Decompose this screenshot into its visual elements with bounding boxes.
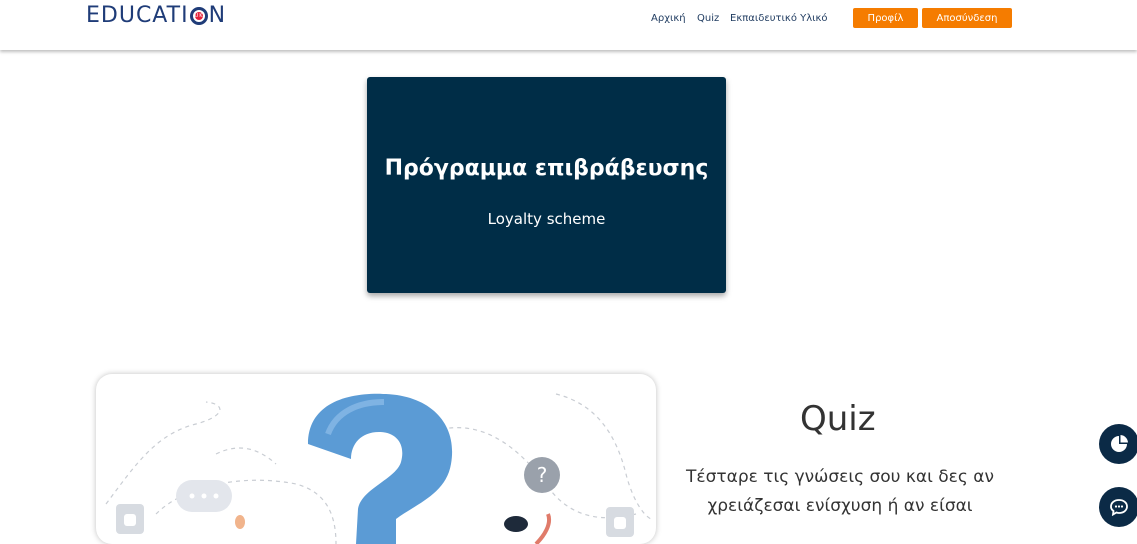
quiz-section-description: Τέσταρε τις γνώσεις σου και δες αν χρειά…: [670, 463, 1010, 521]
quiz-description-line-2: χρειάζεσαι ενίσχυση ή αν είσαι: [707, 496, 973, 516]
chat-float-button[interactable]: [1099, 487, 1137, 527]
loyalty-card-title: Πρόγραμμα επιβράβευσης: [384, 156, 709, 181]
loyalty-card-subtitle: Loyalty scheme: [487, 210, 606, 228]
question-mark-icon: [308, 393, 453, 544]
nav-quiz[interactable]: Quiz: [697, 13, 719, 24]
pie-chart-icon: [1111, 435, 1128, 452]
quiz-section-title: Quiz: [800, 399, 876, 439]
quiz-illustration: ?: [105, 393, 652, 544]
site-header: EDUCATI UK N Αρχική Quiz Εκπαιδευτικό Υλ…: [0, 0, 1137, 50]
svg-text:?: ?: [537, 463, 548, 487]
chat-icon: [1110, 499, 1128, 516]
nav-home[interactable]: Αρχική: [651, 13, 686, 24]
quiz-illustration-card[interactable]: ?: [96, 374, 656, 544]
loyalty-scheme-card[interactable]: Πρόγραμμα επιβράβευσης Loyalty scheme: [367, 77, 726, 293]
main-nav: Αρχική Quiz Εκπαιδευτικό Υλικό Προφίλ Απ…: [0, 8, 1137, 28]
profile-button[interactable]: Προφίλ: [853, 8, 918, 28]
pie-chart-float-button[interactable]: [1099, 424, 1137, 464]
question-bubble-icon: ?: [524, 457, 560, 493]
nav-educational-material[interactable]: Εκπαιδευτικό Υλικό: [730, 13, 828, 24]
quiz-description-line-1: Τέσταρε τις γνώσεις σου και δες αν: [686, 467, 994, 487]
logout-button[interactable]: Αποσύνδεση: [922, 8, 1012, 28]
speech-bubble-icon: [176, 480, 232, 512]
